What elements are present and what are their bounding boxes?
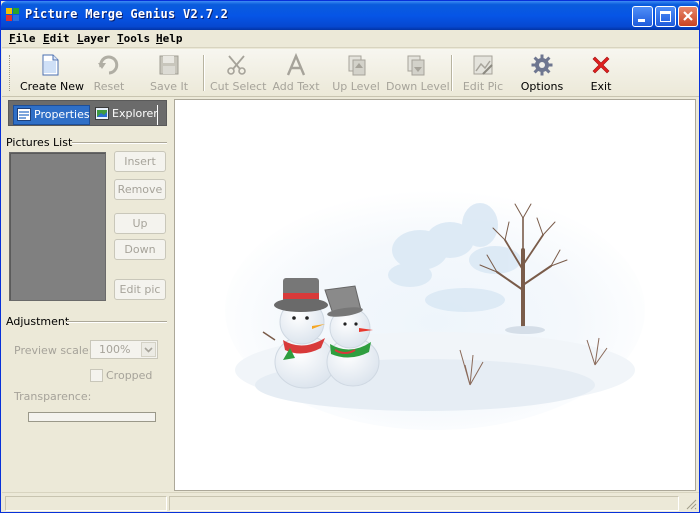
toolbar-separator	[203, 55, 205, 91]
adjustment-heading: Adjustment	[6, 315, 70, 328]
minimize-icon	[638, 19, 645, 22]
menu-edit[interactable]: Edit	[43, 32, 70, 45]
down-level-icon	[407, 55, 425, 76]
insert-button[interactable]: Insert	[114, 151, 166, 172]
pictures-list-heading: Pictures List	[6, 136, 73, 149]
maximize-button[interactable]	[655, 6, 676, 27]
up-level-icon	[348, 55, 366, 76]
cropped-label: Cropped	[106, 369, 153, 382]
save-disk-icon	[159, 55, 179, 75]
chevron-down-icon[interactable]	[141, 342, 156, 357]
minimize-button[interactable]	[632, 6, 653, 27]
new-document-icon	[42, 54, 59, 76]
app-window: Picture Merge Genius V2.7.2 File Edit La…	[0, 0, 700, 513]
up-level-button[interactable]: Up Level	[332, 51, 380, 95]
gear-icon	[531, 54, 553, 76]
move-up-button[interactable]: Up	[114, 213, 166, 234]
panel-tabstrip: Properties Explorer	[8, 100, 167, 126]
menu-tools[interactable]: Tools	[117, 32, 150, 45]
explorer-icon	[95, 107, 109, 120]
scissors-icon	[227, 55, 246, 75]
reset-button[interactable]: Reset	[87, 51, 131, 95]
resize-grip-icon[interactable]	[685, 498, 697, 510]
pictures-listbox[interactable]	[9, 152, 106, 301]
down-level-button[interactable]: Down Level	[386, 51, 450, 95]
window-title: Picture Merge Genius V2.7.2	[25, 7, 229, 21]
tab-properties[interactable]: Properties	[13, 105, 90, 125]
toolbar-separator	[451, 55, 453, 91]
move-down-button[interactable]: Down	[114, 239, 166, 260]
group-divider	[72, 142, 167, 144]
edit-picture-icon	[473, 55, 493, 75]
menu-help[interactable]: Help	[156, 32, 183, 45]
edit-pic-side-button[interactable]: Edit pic	[114, 279, 166, 300]
preview-scale-label: Preview scale:	[14, 344, 93, 357]
menu-layer[interactable]: Layer	[77, 32, 110, 45]
menu-bar: File Edit Layer Tools Help	[2, 30, 699, 48]
tab-explorer[interactable]: Explorer	[92, 105, 158, 125]
snowman-winter-picture	[225, 190, 645, 430]
status-bar	[2, 492, 699, 512]
app-logo-icon	[6, 8, 20, 22]
toolbar-grip[interactable]	[9, 55, 12, 91]
transparence-slider[interactable]	[28, 412, 156, 422]
create-new-button[interactable]: Create New	[20, 51, 84, 95]
text-a-icon	[286, 53, 306, 76]
cut-select-button[interactable]: Cut Select	[210, 51, 266, 95]
options-button[interactable]: Options	[520, 51, 564, 95]
maximize-icon	[660, 11, 671, 22]
exit-button[interactable]: Exit	[584, 51, 618, 95]
title-bar[interactable]: Picture Merge Genius V2.7.2	[1, 1, 699, 30]
group-divider	[66, 321, 167, 323]
add-text-button[interactable]: Add Text	[272, 51, 320, 95]
menu-file[interactable]: File	[9, 32, 36, 45]
edit-pic-button[interactable]: Edit Pic	[460, 51, 506, 95]
status-pane-left	[5, 496, 167, 511]
reset-icon	[98, 55, 119, 75]
save-it-button[interactable]: Save It	[146, 51, 192, 95]
remove-button[interactable]: Remove	[114, 179, 166, 200]
close-button[interactable]	[678, 6, 698, 27]
transparence-label: Transparence:	[14, 390, 92, 403]
toolbar: Create New Reset Save It Cut Select Add …	[2, 49, 699, 97]
close-icon	[683, 11, 693, 21]
cropped-checkbox[interactable]	[90, 369, 103, 382]
exit-x-icon	[592, 56, 610, 74]
preview-scale-select[interactable]: 100%	[90, 340, 158, 359]
status-pane-main	[169, 496, 679, 511]
properties-panel: Properties Explorer Pictures List Insert…	[2, 98, 173, 491]
properties-icon	[17, 108, 31, 121]
preview-canvas[interactable]	[174, 99, 696, 491]
